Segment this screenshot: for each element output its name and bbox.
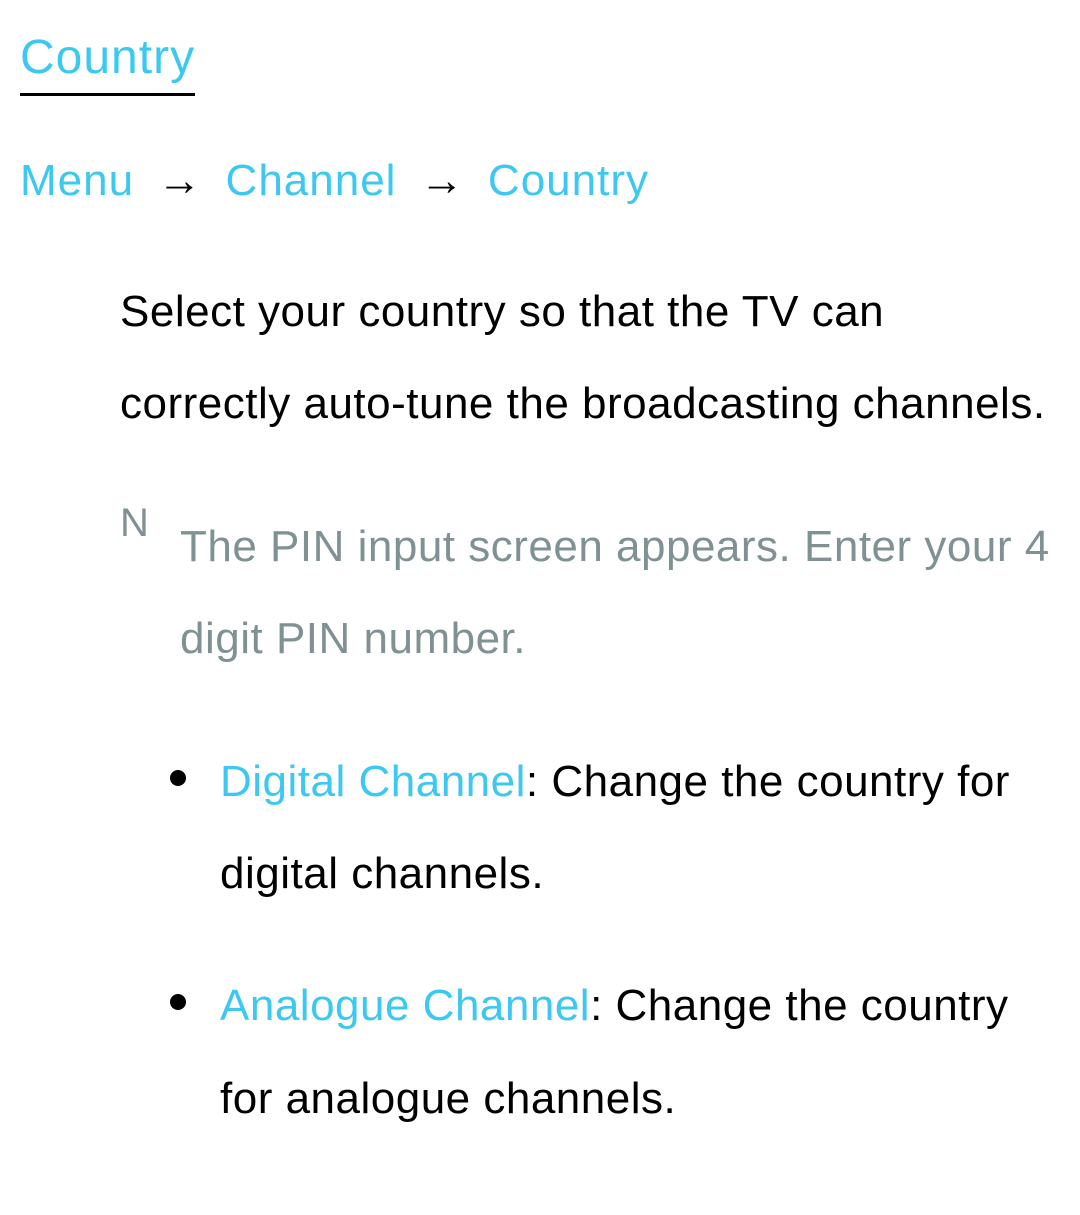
- intro-text: Select your country so that the TV can c…: [120, 266, 1060, 451]
- option-label-digital: Digital Channel: [220, 757, 526, 806]
- options-list: Digital Channel: Change the country for …: [120, 736, 1060, 1146]
- breadcrumb: Menu → Channel → Country: [20, 156, 1060, 206]
- note-row: N The PIN input screen appears. Enter yo…: [120, 501, 1060, 686]
- note-text: The PIN input screen appears. Enter your…: [180, 501, 1060, 686]
- list-item: Digital Channel: Change the country for …: [180, 736, 1060, 921]
- note-marker-icon: N: [120, 501, 180, 686]
- breadcrumb-channel: Channel: [226, 156, 397, 205]
- breadcrumb-menu: Menu: [20, 156, 134, 205]
- list-item: Analogue Channel: Change the country for…: [180, 960, 1060, 1145]
- page-title: Country: [20, 30, 195, 96]
- option-label-analogue: Analogue Channel: [220, 981, 590, 1030]
- arrow-right-icon: →: [420, 156, 465, 205]
- breadcrumb-country: Country: [488, 156, 649, 205]
- content-area: Select your country so that the TV can c…: [20, 266, 1060, 1145]
- arrow-right-icon: →: [157, 156, 202, 205]
